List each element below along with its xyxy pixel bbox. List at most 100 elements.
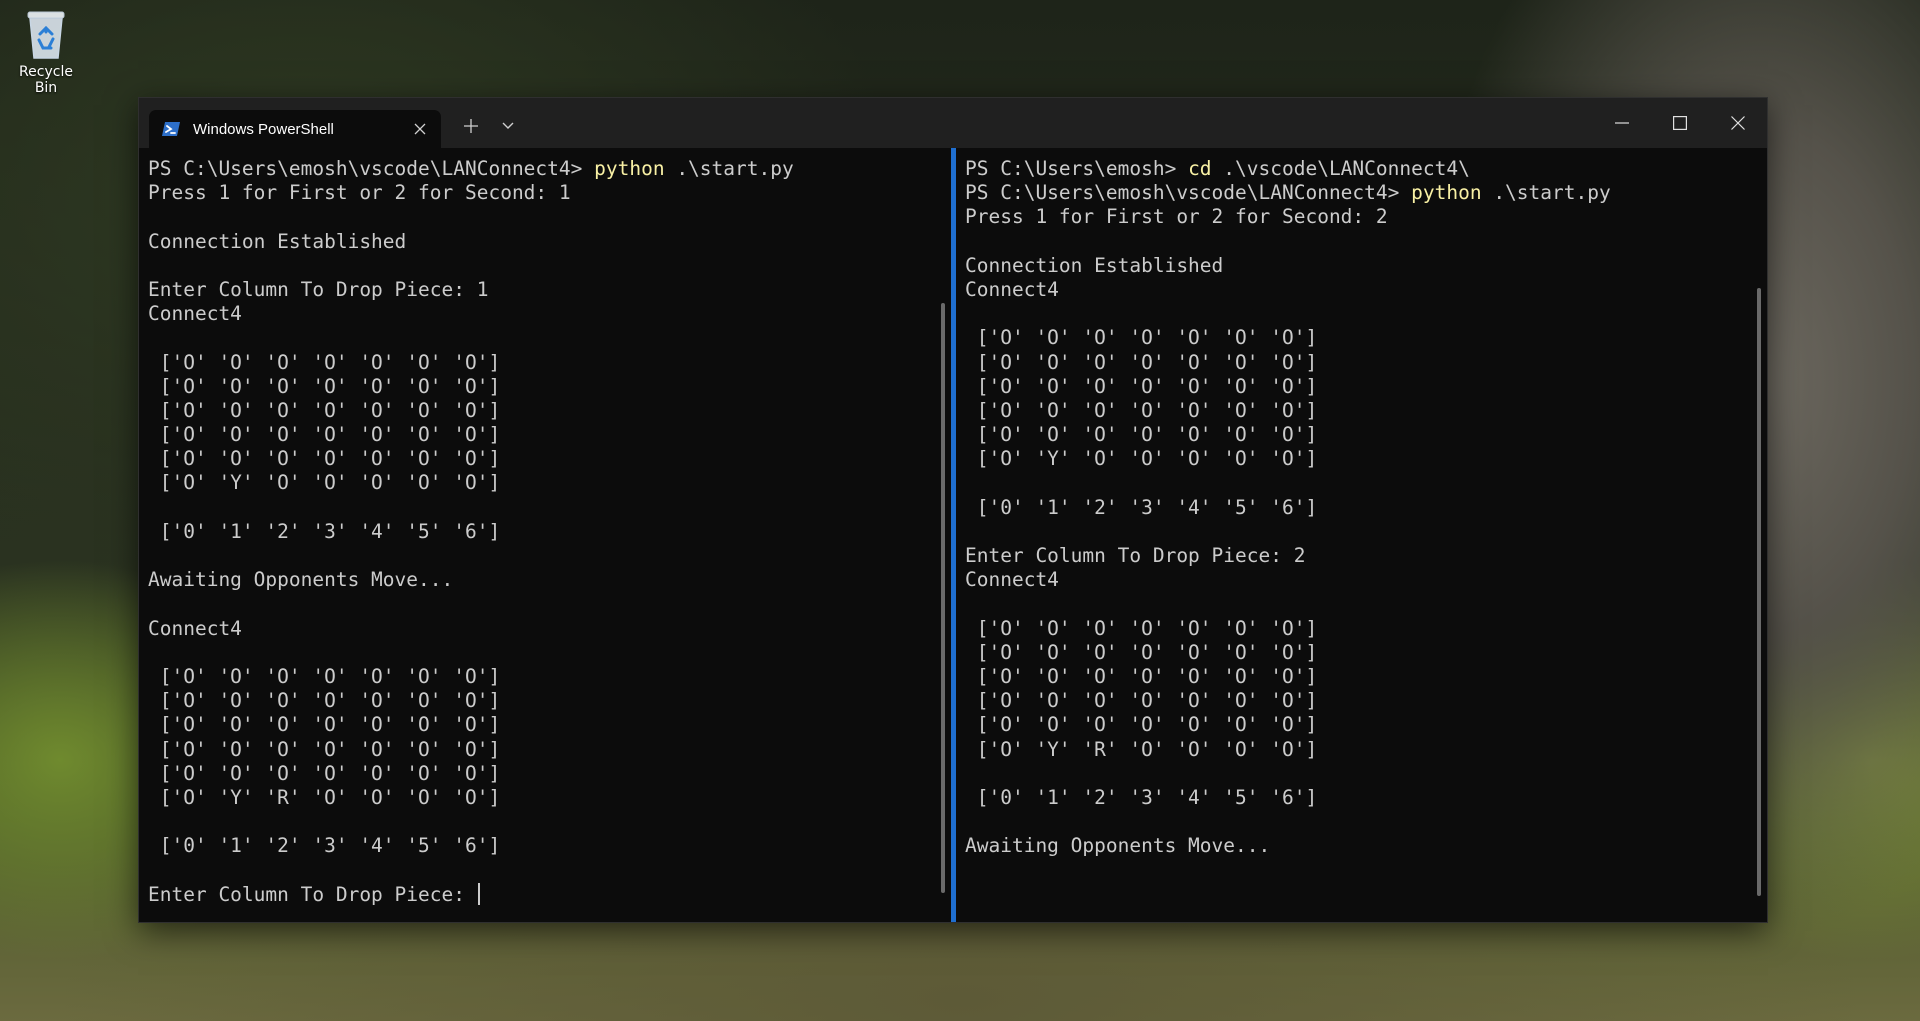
terminal-line: ['O' 'O' 'O' 'O' 'O' 'O' 'O'] [965, 423, 1767, 447]
recycle-bin-label: Recycle Bin [19, 64, 73, 96]
terminal-line: Press 1 for First or 2 for Second: 1 [148, 181, 951, 205]
terminal-line: ['O' 'O' 'O' 'O' 'O' 'O' 'O'] [965, 351, 1767, 375]
terminal-line: ['0' '1' '2' '3' '4' '5' '6'] [148, 520, 951, 544]
maximize-icon [1673, 116, 1687, 130]
output-text: ['O' 'Y' 'R' 'O' 'O' 'O' 'O'] [965, 737, 1318, 761]
tab-dropdown-button[interactable] [493, 110, 523, 142]
terminal-line: ['O' 'O' 'O' 'O' 'O' 'O' 'O'] [965, 326, 1767, 350]
output-text: ['0' '1' '2' '3' '4' '5' '6'] [148, 834, 501, 858]
terminal-pane-left[interactable]: PS C:\Users\emosh\vscode\LANConnect4> py… [139, 148, 951, 922]
output-text: ['O' 'Y' 'R' 'O' 'O' 'O' 'O'] [148, 785, 501, 809]
terminal-line: PS C:\Users\emosh\vscode\LANConnect4> py… [965, 181, 1767, 205]
output-text: Press 1 for First or 2 for Second: 2 [965, 205, 1388, 229]
terminal-line: Connect4 [148, 302, 951, 326]
output-text: Enter Column To Drop Piece: 1 [148, 277, 489, 301]
tab-title: Windows PowerShell [193, 120, 334, 138]
output-text: Enter Column To Drop Piece: [148, 882, 477, 906]
output-text: Connect4 [148, 302, 242, 326]
terminal-line: Connect4 [965, 278, 1767, 302]
terminal-line: ['O' 'O' 'O' 'O' 'O' 'O' 'O'] [148, 762, 951, 786]
output-text: ['O' 'O' 'O' 'O' 'O' 'O' 'O'] [965, 664, 1318, 688]
terminal-line: ['O' 'O' 'O' 'O' 'O' 'O' 'O'] [148, 423, 951, 447]
recycle-bin-shortcut[interactable]: Recycle Bin [6, 6, 86, 96]
output-text: Enter Column To Drop Piece: 2 [965, 544, 1306, 567]
terminal-line: ['0' '1' '2' '3' '4' '5' '6'] [148, 834, 951, 858]
output-text: ['O' 'O' 'O' 'O' 'O' 'O' 'O'] [965, 689, 1318, 713]
terminal-output-right: PS C:\Users\emosh> cd .\vscode\LANConnec… [956, 148, 1767, 858]
output-text: ['O' 'O' 'O' 'O' 'O' 'O' 'O'] [148, 447, 501, 471]
output-text: ['O' 'O' 'O' 'O' 'O' 'O' 'O'] [965, 374, 1318, 398]
terminal-window: Windows PowerShell PS C:\Users\emosh\vsc… [138, 97, 1768, 923]
output-text: ['O' 'O' 'O' 'O' 'O' 'O' 'O'] [965, 350, 1318, 374]
terminal-line: ['O' 'O' 'O' 'O' 'O' 'O' 'O'] [965, 665, 1767, 689]
minimize-button[interactable] [1593, 98, 1651, 148]
terminal-pane-right[interactable]: PS C:\Users\emosh> cd .\vscode\LANConnec… [956, 148, 1767, 922]
terminal-line: ['0' '1' '2' '3' '4' '5' '6'] [965, 786, 1767, 810]
output-text: Connect4 [965, 277, 1059, 301]
output-text: ['O' 'O' 'O' 'O' 'O' 'O' 'O'] [965, 398, 1318, 422]
terminal-line: PS C:\Users\emosh> cd .\vscode\LANConnec… [965, 157, 1767, 181]
terminal-line: Awaiting Opponents Move... [148, 568, 951, 592]
maximize-button[interactable] [1651, 98, 1709, 148]
prompt-text: PS C:\Users\emosh\vscode\LANConnect4> [148, 157, 595, 180]
output-text: ['O' 'O' 'O' 'O' 'O' 'O' 'O'] [148, 689, 501, 713]
output-text: Connection Established [965, 253, 1224, 277]
output-text: ['O' 'O' 'O' 'O' 'O' 'O' 'O'] [148, 761, 501, 785]
command-text: python [1411, 181, 1482, 205]
terminal-line: ['O' 'Y' 'O' 'O' 'O' 'O' 'O'] [965, 447, 1767, 471]
terminal-line: ['O' 'O' 'O' 'O' 'O' 'O' 'O'] [148, 375, 951, 399]
tab-windows-powershell[interactable]: Windows PowerShell [149, 110, 441, 148]
terminal-line: ['O' 'O' 'O' 'O' 'O' 'O' 'O'] [148, 689, 951, 713]
scrollbar-left[interactable] [941, 303, 945, 893]
recycle-bin-icon [22, 6, 70, 60]
terminal-line: Enter Column To Drop Piece: 1 [148, 278, 951, 302]
terminal-line: ['O' 'O' 'O' 'O' 'O' 'O' 'O'] [965, 689, 1767, 713]
text-cursor[interactable] [477, 882, 480, 905]
output-text: ['O' 'O' 'O' 'O' 'O' 'O' 'O'] [965, 326, 1318, 350]
output-text: ['0' '1' '2' '3' '4' '5' '6'] [148, 519, 501, 543]
command-args: .\start.py [664, 157, 794, 180]
terminal-line: Press 1 for First or 2 for Second: 2 [965, 205, 1767, 229]
scrollbar-right[interactable] [1757, 288, 1761, 896]
output-text: ['O' 'O' 'O' 'O' 'O' 'O' 'O'] [965, 423, 1318, 447]
terminal-line: ['O' 'Y' 'R' 'O' 'O' 'O' 'O'] [148, 786, 951, 810]
new-tab-button[interactable] [451, 110, 491, 142]
output-text: ['O' 'O' 'O' 'O' 'O' 'O' 'O'] [965, 713, 1318, 737]
output-text: ['O' 'O' 'O' 'O' 'O' 'O' 'O'] [965, 616, 1318, 640]
terminal-line: ['O' 'O' 'O' 'O' 'O' 'O' 'O'] [148, 447, 951, 471]
output-text: ['O' 'O' 'O' 'O' 'O' 'O' 'O'] [965, 640, 1318, 664]
output-text: Connect4 [965, 568, 1059, 592]
output-text: ['O' 'O' 'O' 'O' 'O' 'O' 'O'] [148, 374, 501, 398]
terminal-line: ['O' 'O' 'O' 'O' 'O' 'O' 'O'] [965, 375, 1767, 399]
prompt-text: PS C:\Users\emosh\vscode\LANConnect4> [965, 181, 1412, 205]
chevron-down-icon [502, 122, 514, 129]
terminal-line: ['O' 'O' 'O' 'O' 'O' 'O' 'O'] [965, 617, 1767, 641]
terminal-line: ['O' 'O' 'O' 'O' 'O' 'O' 'O'] [148, 713, 951, 737]
close-icon [1731, 116, 1745, 130]
terminal-line: ['O' 'O' 'O' 'O' 'O' 'O' 'O'] [148, 665, 951, 689]
command-args: .\vscode\LANConnect4\ [1211, 157, 1470, 180]
output-text: ['O' 'O' 'O' 'O' 'O' 'O' 'O'] [148, 713, 501, 737]
output-text: ['O' 'Y' 'O' 'O' 'O' 'O' 'O'] [965, 447, 1318, 471]
command-text: python [594, 157, 665, 180]
output-text: ['O' 'O' 'O' 'O' 'O' 'O' 'O'] [148, 737, 501, 761]
window-close-button[interactable] [1709, 98, 1767, 148]
terminal-line: ['O' 'O' 'O' 'O' 'O' 'O' 'O'] [965, 641, 1767, 665]
prompt-text: PS C:\Users\emosh> [965, 157, 1189, 180]
title-bar[interactable]: Windows PowerShell [139, 98, 1767, 148]
terminal-line: ['0' '1' '2' '3' '4' '5' '6'] [965, 496, 1767, 520]
command-args: .\start.py [1481, 181, 1611, 205]
terminal-output-left: PS C:\Users\emosh\vscode\LANConnect4> py… [139, 148, 951, 907]
close-icon[interactable] [405, 114, 435, 144]
output-text: Press 1 for First or 2 for Second: 1 [148, 181, 571, 205]
